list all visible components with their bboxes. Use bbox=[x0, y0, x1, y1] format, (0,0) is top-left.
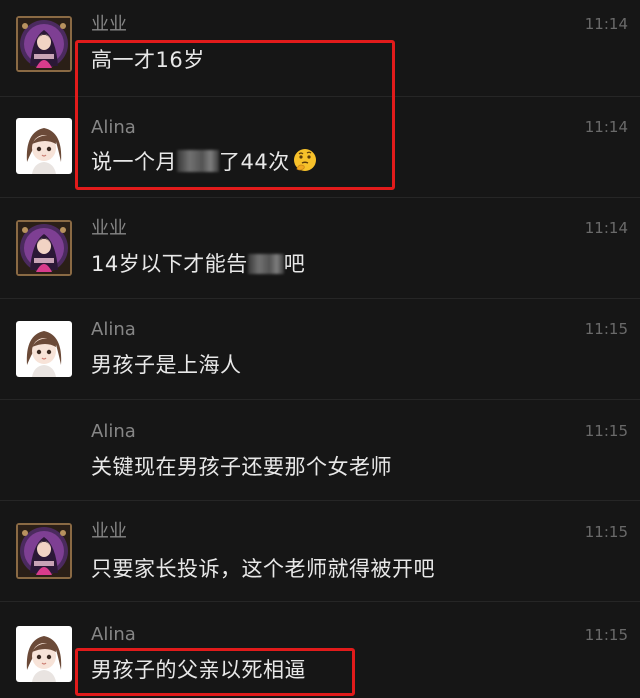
message-text[interactable]: 只要家长投诉，这个老师就得被开吧 bbox=[91, 555, 435, 583]
message-time: 11:14 bbox=[584, 219, 628, 237]
message-time: 11:15 bbox=[584, 422, 628, 440]
sender-avatar[interactable] bbox=[16, 321, 72, 377]
message-time: 11:15 bbox=[584, 320, 628, 338]
message-row[interactable]: Alina 11:15 男孩子的父亲以死相逼 bbox=[0, 602, 640, 698]
message-time: 11:14 bbox=[584, 118, 628, 136]
message-text[interactable]: 男孩子是上海人 bbox=[91, 351, 242, 379]
sender-name: 业业 bbox=[91, 521, 127, 542]
message-time: 11:15 bbox=[584, 523, 628, 541]
sender-name: Alina bbox=[91, 117, 136, 138]
sender-name: Alina bbox=[91, 421, 136, 442]
message-row[interactable]: Alina 11:15 关键现在男孩子还要那个女老师 bbox=[0, 400, 640, 500]
message-text[interactable]: 男孩子的父亲以死相逼 bbox=[91, 656, 306, 684]
chat-history[interactable]: 业业 11:14 高一才16岁 Alina 11:14 说一个月 了44次 业业… bbox=[0, 0, 640, 698]
sender-name: 业业 bbox=[91, 218, 127, 239]
sender-name: 业业 bbox=[91, 14, 127, 35]
anime-girl-avatar-icon bbox=[16, 16, 72, 72]
sender-avatar[interactable] bbox=[16, 16, 72, 72]
sender-avatar[interactable] bbox=[16, 220, 72, 276]
anime-girl-avatar-icon bbox=[16, 523, 72, 579]
cartoon-girl-avatar-icon bbox=[16, 118, 72, 174]
cartoon-girl-avatar-icon bbox=[16, 321, 72, 377]
sender-name: Alina bbox=[91, 624, 136, 645]
thinking-face-emoji-icon bbox=[292, 147, 318, 180]
message-text[interactable]: 高一才16岁 bbox=[91, 46, 205, 74]
message-text-part: 14岁以下才能告 bbox=[91, 252, 248, 276]
message-row[interactable]: 业业 11:14 14岁以下才能告 吧 bbox=[0, 198, 640, 298]
sender-avatar[interactable] bbox=[16, 118, 72, 174]
message-text-part: 了44次 bbox=[219, 150, 290, 174]
message-time: 11:15 bbox=[584, 626, 628, 644]
sender-name: Alina bbox=[91, 319, 136, 340]
censored-text-blur bbox=[177, 150, 219, 172]
message-text[interactable]: 14岁以下才能告 吧 bbox=[91, 250, 305, 278]
message-row[interactable]: 业业 11:14 高一才16岁 bbox=[0, 0, 640, 96]
message-text[interactable]: 说一个月 了44次 bbox=[91, 147, 318, 180]
message-text-part: 吧 bbox=[283, 252, 306, 276]
sender-avatar[interactable] bbox=[16, 523, 72, 579]
message-row[interactable]: Alina 11:14 说一个月 了44次 bbox=[0, 97, 640, 197]
message-row[interactable]: 业业 11:15 只要家长投诉，这个老师就得被开吧 bbox=[0, 501, 640, 601]
message-row[interactable]: Alina 11:15 男孩子是上海人 bbox=[0, 299, 640, 399]
cartoon-girl-avatar-icon bbox=[16, 626, 72, 682]
message-text[interactable]: 关键现在男孩子还要那个女老师 bbox=[91, 453, 392, 481]
message-text-part: 说一个月 bbox=[91, 150, 177, 174]
censored-text-blur bbox=[247, 254, 284, 274]
sender-avatar[interactable] bbox=[16, 626, 72, 682]
anime-girl-avatar-icon bbox=[16, 220, 72, 276]
message-time: 11:14 bbox=[584, 15, 628, 33]
